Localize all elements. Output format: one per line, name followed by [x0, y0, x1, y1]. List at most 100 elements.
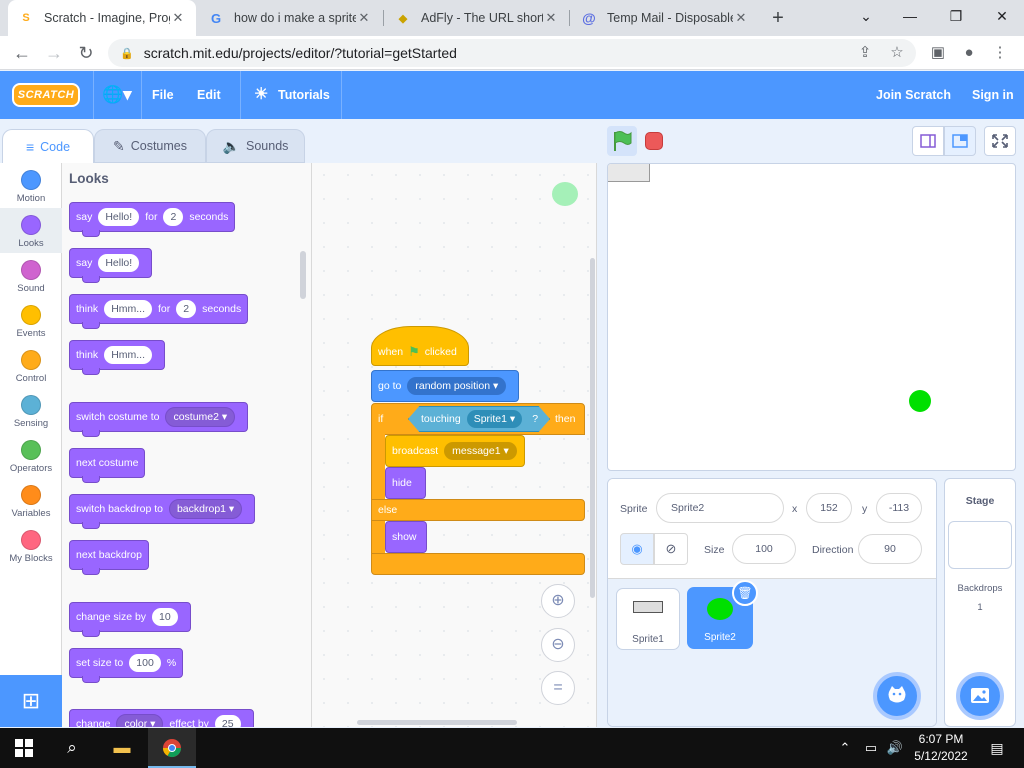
zoom-reset-icon[interactable]: = [541, 671, 575, 705]
category-looks[interactable]: Looks [0, 208, 62, 253]
hide-sprite-eye-icon[interactable]: ⊘ [654, 533, 688, 565]
choose-backdrop-button[interactable] [956, 672, 1004, 720]
reload-icon[interactable]: ↻ [72, 39, 100, 67]
browser-tab-tempmail[interactable]: @ Temp Mail - Disposable ✕ [571, 0, 759, 36]
script-horizontal-scrollbar[interactable] [357, 720, 517, 725]
join-scratch-link[interactable]: Join Scratch [876, 71, 951, 119]
block-think-for-seconds[interactable]: think Hmm... for 2 seconds [69, 294, 249, 329]
block-change-size[interactable]: change size by 10 [69, 602, 191, 637]
category-motion[interactable]: Motion [0, 163, 62, 208]
network-icon[interactable]: ▭ [858, 728, 884, 768]
text-input[interactable]: Hello! [98, 208, 140, 226]
search-icon[interactable]: ⌕ [48, 728, 96, 768]
close-tab-icon[interactable]: ✕ [170, 10, 186, 26]
close-tab-icon[interactable]: ✕ [733, 10, 749, 26]
tab-sounds[interactable]: 🔈 Sounds [206, 129, 305, 163]
tray-chevron-icon[interactable]: ⌃ [832, 728, 858, 768]
back-arrow-icon[interactable]: ← [8, 39, 36, 67]
volume-icon[interactable]: 🔊 [882, 728, 908, 768]
minimize-icon[interactable]: — [888, 0, 932, 36]
block-hide[interactable]: hide [385, 467, 426, 499]
share-icon[interactable]: ⇪ [851, 39, 879, 67]
block-touching[interactable]: touching Sprite1 ▾ ? [408, 406, 550, 432]
block-set-size[interactable]: set size to 100 % [69, 648, 184, 683]
sprite-name-field[interactable]: Sprite2 [656, 493, 784, 523]
size-field[interactable]: 100 [732, 534, 796, 564]
new-tab-icon[interactable]: + [764, 4, 792, 32]
block-say[interactable]: say Hello! [69, 248, 153, 283]
script-vertical-scrollbar[interactable] [590, 258, 595, 598]
direction-field[interactable]: 90 [858, 534, 922, 564]
fullscreen-button[interactable] [984, 126, 1016, 156]
delete-sprite-icon[interactable]: 🗑 [732, 580, 758, 606]
large-stage-button[interactable] [944, 126, 976, 156]
close-tab-icon[interactable]: ✕ [543, 10, 559, 26]
sprite-thumb-sprite1[interactable]: Sprite1 [616, 588, 680, 650]
number-input[interactable]: 25 [214, 715, 241, 727]
effect-dropdown[interactable]: color ▾ [116, 714, 164, 727]
browser-tab-google[interactable]: G how do i make a sprite ✕ [198, 0, 382, 36]
taskbar-clock[interactable]: 6:07 PM 5/12/2022 [906, 731, 976, 765]
backdrop-dropdown[interactable]: backdrop1 ▾ [168, 499, 243, 519]
sign-in-link[interactable]: Sign in [972, 71, 1014, 119]
stop-button[interactable] [645, 132, 663, 150]
block-say-for-seconds[interactable]: say Hello! for 2 seconds [69, 202, 236, 237]
windows-start-icon[interactable] [0, 728, 48, 768]
forward-arrow-icon[interactable]: → [40, 39, 68, 67]
tab-search-chevron-icon[interactable]: ⌄ [844, 0, 888, 36]
x-field[interactable]: 152 [806, 493, 852, 523]
y-field[interactable]: -113 [876, 493, 922, 523]
tab-code[interactable]: ≡ Code [2, 129, 94, 163]
scratch-logo[interactable]: SCRATCH [12, 83, 80, 107]
restore-icon[interactable]: ❐ [934, 0, 978, 36]
number-input[interactable]: 100 [129, 654, 161, 672]
zoom-in-icon[interactable]: ⊕ [541, 584, 575, 618]
block-change-effect[interactable]: change color ▾ effect by 25 [69, 709, 254, 727]
block-show[interactable]: show [385, 521, 427, 553]
number-input[interactable]: 2 [176, 300, 197, 318]
goto-dropdown[interactable]: random position ▾ [407, 377, 507, 395]
close-tab-icon[interactable]: ✕ [356, 10, 372, 26]
block-go-to[interactable]: go to random position ▾ [371, 370, 519, 402]
tutorials-menu[interactable]: Tutorials [278, 71, 330, 119]
notifications-icon[interactable]: ▤ [980, 728, 1014, 768]
side-panel-icon[interactable]: ▣ [924, 39, 952, 67]
category-operators[interactable]: Operators [0, 433, 62, 478]
block-when-flag-clicked[interactable]: when ⚑ clicked [371, 326, 469, 366]
costume-dropdown[interactable]: costume2 ▾ [165, 407, 236, 427]
category-events[interactable]: Events [0, 298, 62, 343]
script-area[interactable]: when ⚑ clicked go to random position ▾ i… [312, 163, 597, 727]
text-input[interactable]: Hello! [98, 254, 140, 272]
kebab-menu-icon[interactable]: ⋮ [986, 39, 1014, 67]
browser-tab-adfly[interactable]: ◆ AdFly - The URL shortener ✕ [385, 0, 569, 36]
number-input[interactable]: 10 [152, 608, 178, 626]
number-input[interactable]: 2 [163, 208, 184, 226]
block-switch-backdrop[interactable]: switch backdrop to backdrop1 ▾ [69, 494, 256, 529]
category-sensing[interactable]: Sensing [0, 388, 62, 433]
block-next-costume[interactable]: next costume [69, 448, 146, 483]
stage-thumbnail[interactable] [948, 521, 1012, 569]
globe-icon[interactable]: 🌐▾ [102, 71, 132, 119]
show-sprite-eye-icon[interactable]: ◉ [620, 533, 654, 565]
block-next-backdrop[interactable]: next backdrop [69, 540, 149, 575]
broadcast-dropdown[interactable]: message1 ▾ [444, 442, 517, 460]
green-flag-button[interactable] [607, 126, 637, 156]
edit-menu[interactable]: Edit [197, 71, 221, 119]
bookmark-star-icon[interactable]: ☆ [883, 39, 911, 67]
block-switch-costume[interactable]: switch costume to costume2 ▾ [69, 402, 249, 437]
stage-sprite1[interactable] [608, 164, 650, 182]
category-variables[interactable]: Variables [0, 478, 62, 523]
choose-sprite-button[interactable] [873, 672, 921, 720]
tab-costumes[interactable]: ✎ Costumes [94, 129, 206, 163]
category-control[interactable]: Control [0, 343, 62, 388]
add-extension-icon[interactable]: ⊞ [0, 675, 62, 727]
category-my-blocks[interactable]: My Blocks [0, 523, 62, 568]
url-field[interactable]: 🔒 scratch.mit.edu/projects/editor/?tutor… [108, 39, 916, 67]
small-stage-button[interactable] [912, 126, 944, 156]
browser-tab-scratch[interactable]: S Scratch - Imagine, Program ✕ [8, 0, 196, 36]
stage-canvas[interactable] [607, 163, 1016, 471]
zoom-out-icon[interactable]: ⊖ [541, 628, 575, 662]
chrome-taskbar-icon[interactable] [148, 728, 196, 768]
profile-icon[interactable]: ● [955, 39, 983, 67]
touching-dropdown[interactable]: Sprite1 ▾ [466, 410, 523, 428]
